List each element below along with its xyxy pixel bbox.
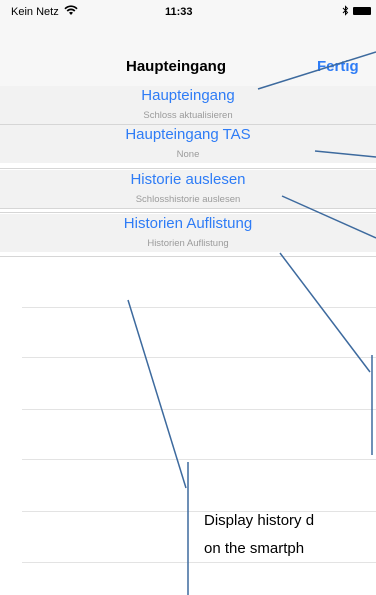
list-item-title: Historien Auflistung — [123, 215, 253, 232]
callout-line-item-3 — [279, 252, 371, 373]
empty-row-divider — [22, 459, 376, 460]
divider — [0, 256, 376, 257]
list-item-subtitle: Schlosshistorie auslesen — [135, 194, 241, 205]
list-item-subtitle: None — [176, 149, 200, 160]
bluetooth-icon — [342, 5, 349, 16]
list-item-haupteingang[interactable]: Haupteingang Schloss aktualisieren — [0, 86, 376, 124]
empty-row-divider — [22, 357, 376, 358]
list-item-historien-auflistung[interactable]: Historien Auflistung Historien Auflistun… — [0, 214, 376, 252]
divider — [0, 168, 376, 169]
empty-row-divider — [22, 511, 376, 512]
battery-icon — [353, 7, 371, 15]
list-item-haupteingang-tas[interactable]: Haupteingang TAS None — [0, 125, 376, 163]
divider — [0, 212, 376, 213]
annotation-text-line-1: Display history d — [204, 512, 315, 529]
page-title: Haupteingang — [126, 58, 226, 75]
carrier-label: Kein Netz — [11, 6, 59, 18]
navigation-bar — [0, 20, 376, 87]
done-button[interactable]: Fertig — [317, 58, 359, 75]
annotation-text-line-2: on the smartph — [204, 540, 305, 557]
empty-row-divider — [22, 307, 376, 308]
divider — [0, 208, 376, 209]
list-item-historie-auslesen[interactable]: Historie auslesen Schlosshistorie ausles… — [0, 170, 376, 208]
list-item-subtitle: Schloss aktualisieren — [143, 110, 233, 121]
empty-row-divider — [22, 409, 376, 410]
list-item-title: Haupteingang — [141, 87, 235, 104]
empty-row-divider — [22, 562, 376, 563]
status-bar: Kein Netz 11:33 — [0, 0, 376, 20]
list-item-title: Historie auslesen — [130, 171, 246, 188]
list-item-title: Haupteingang TAS — [125, 126, 251, 143]
wifi-icon — [64, 5, 78, 15]
status-time: 11:33 — [165, 6, 193, 18]
list-item-subtitle: Historien Auflistung — [147, 238, 229, 249]
